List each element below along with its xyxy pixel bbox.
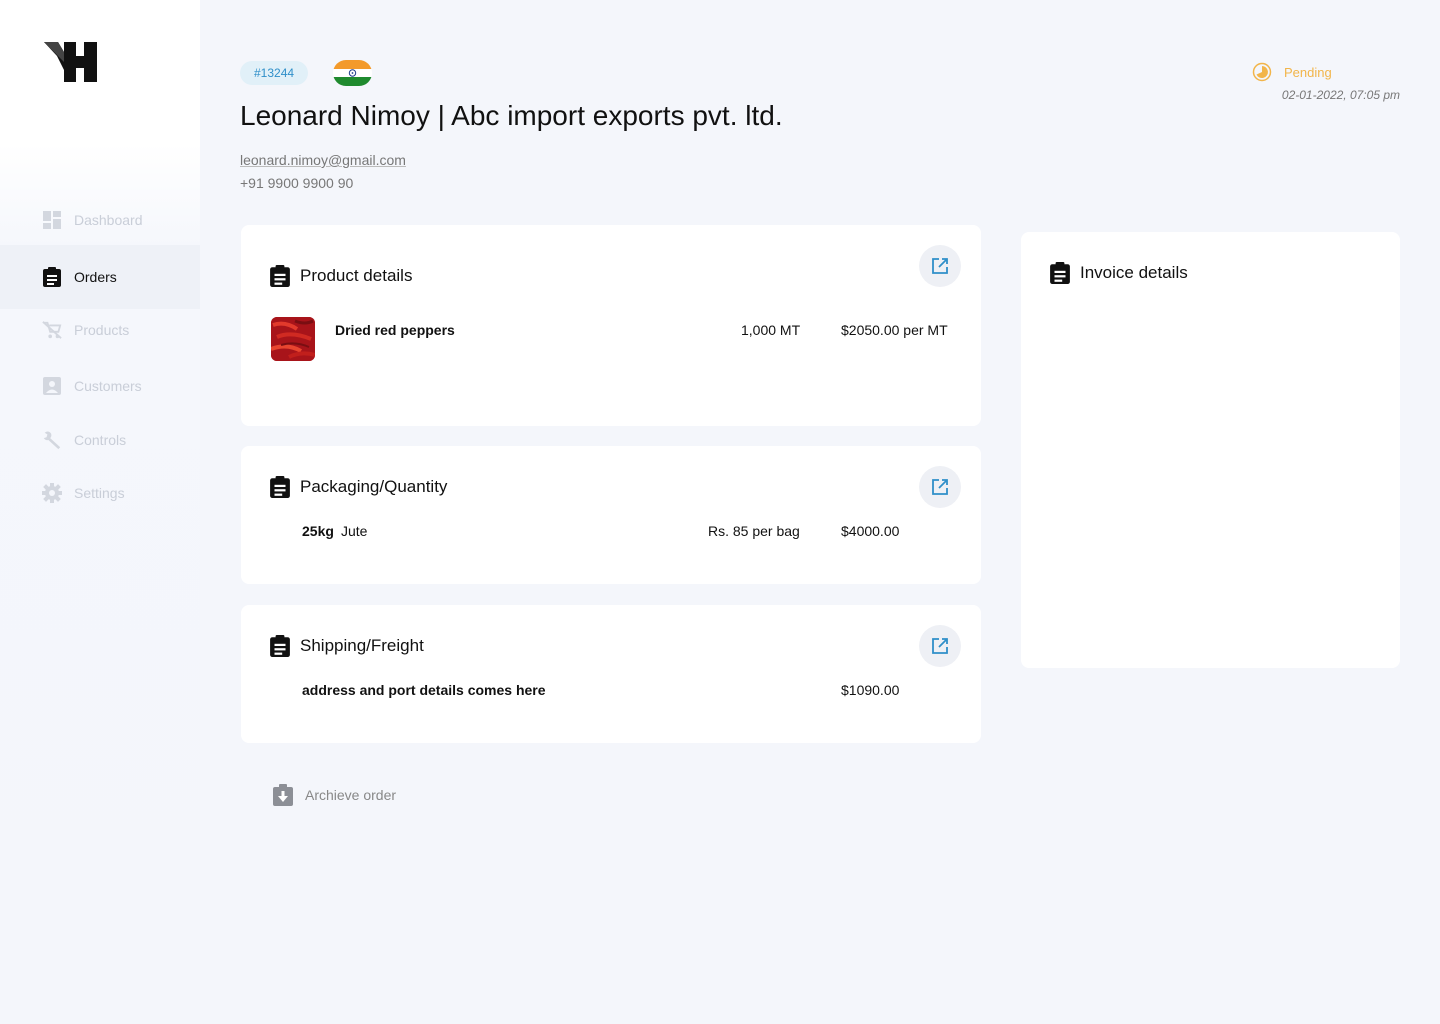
sidebar-item-label: Dashboard [74,212,143,228]
invoice-card: Invoice details [1021,232,1400,668]
archive-order-button[interactable]: Archieve order [272,784,396,806]
card-title: Shipping/Freight [270,635,424,657]
package-total: $4000.00 [841,523,900,539]
clipboard-icon [42,267,62,287]
external-link-icon [932,638,948,654]
cart-off-icon [42,320,62,340]
pending-clock-icon [1252,62,1272,82]
card-title-label: Invoice details [1080,263,1188,282]
sidebar-item-orders[interactable]: Orders [0,245,200,309]
product-quantity: 1,000 MT [741,322,801,338]
sidebar-item-label: Controls [74,432,127,448]
clipboard-icon [270,476,290,498]
archive-order-label: Archieve order [305,787,397,803]
shipping-address: address and port details comes here [302,682,546,698]
product-price: $2050.00 per MT [841,322,948,338]
card-title-label: Shipping/Freight [300,636,424,655]
external-link-icon [932,258,948,274]
india-flag-icon [333,60,372,86]
card-title-label: Product details [300,266,413,285]
card-title: Invoice details [1050,262,1188,284]
sidebar-item-label: Products [74,322,130,338]
sidebar-item-dashboard[interactable]: Dashboard [0,198,200,242]
wrench-icon [42,430,62,450]
archive-download-icon [273,784,293,806]
edit-packaging-button[interactable] [919,466,961,508]
edit-shipping-button[interactable] [919,625,961,667]
order-timestamp: 02-01-2022, 07:05 pm [1281,88,1400,102]
package-material: Jute [341,523,368,539]
sidebar-item-settings[interactable]: Settings [0,471,200,515]
sidebar-item-label: Customers [74,378,142,394]
card-title: Packaging/Quantity [270,476,447,498]
package-rate: Rs. 85 per bag [708,523,800,539]
product-thumbnail [271,317,315,361]
shipping-total: $1090.00 [841,682,900,698]
clipboard-icon [1050,262,1070,284]
sidebar-item-customers[interactable]: Customers [0,364,200,408]
external-link-icon [932,479,948,495]
sidebar: Dashboard Orders Products Customers Cont… [0,0,200,1024]
customer-email[interactable]: leonard.nimoy@gmail.com [240,152,406,168]
sidebar-item-controls[interactable]: Controls [0,418,200,462]
status-badge: Pending [1252,62,1332,82]
sidebar-item-label: Settings [74,485,125,501]
product-name: Dried red peppers [335,322,455,338]
sidebar-item-products[interactable]: Products [0,308,200,352]
page-title: Leonard Nimoy | Abc import exports pvt. … [240,100,783,131]
clipboard-icon [270,635,290,657]
customer-phone: +91 9900 9900 90 [240,175,354,191]
card-title: Product details [270,265,412,287]
package-size: 25kg [302,523,334,539]
product-details-card: Product details Dried red peppers 1,000 … [241,225,981,426]
edit-product-button[interactable] [919,245,961,287]
clipboard-icon [270,265,290,287]
shipping-card: Shipping/Freight address and port detail… [241,605,981,743]
contact-icon [42,376,62,396]
sidebar-item-label: Orders [74,269,117,285]
gear-icon [42,483,62,503]
packaging-card: Packaging/Quantity 25kg Jute Rs. 85 per … [241,446,981,584]
order-id-badge: #13244 [240,61,309,85]
brand-logo-icon[interactable] [44,40,98,84]
dashboard-icon [42,210,62,230]
card-title-label: Packaging/Quantity [300,477,448,496]
status-label: Pending [1284,64,1332,80]
